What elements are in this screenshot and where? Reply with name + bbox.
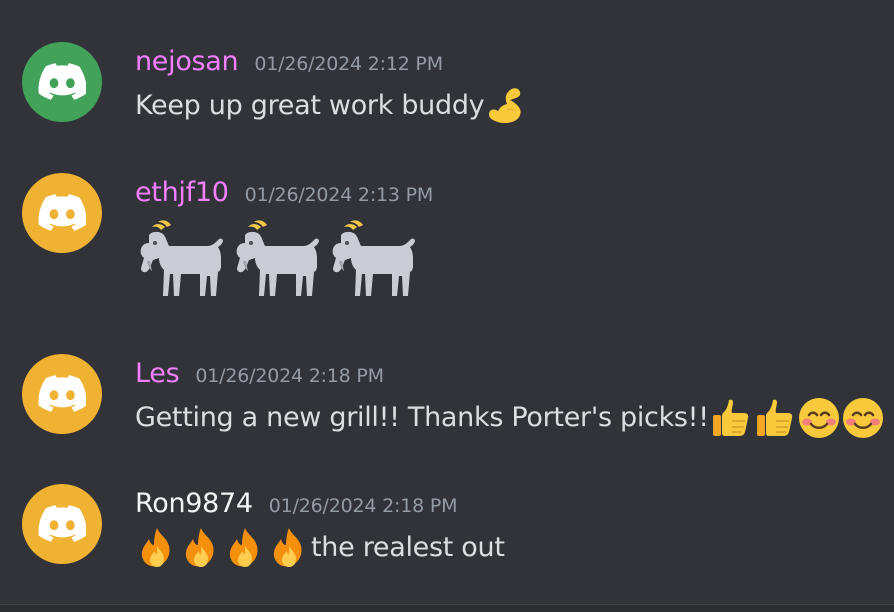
discord-logo-icon: [38, 505, 86, 543]
discord-logo-icon: [38, 63, 86, 101]
bottom-divider: [0, 604, 894, 612]
timestamp: 01/26/2024 2:18 PM: [195, 365, 384, 387]
discord-logo-icon: [38, 194, 86, 232]
smiling-face-icon: [797, 396, 841, 440]
message-header: nejosan 01/26/2024 2:12 PM: [135, 42, 443, 82]
message-text: the realest out: [311, 532, 505, 563]
thumbs-up-icon: [753, 396, 797, 440]
fire-icon: [267, 526, 311, 570]
avatar[interactable]: [22, 173, 102, 253]
goat-icon: [327, 213, 423, 309]
discord-logo-icon: [38, 375, 86, 413]
message-content: [135, 213, 423, 309]
timestamp: 01/26/2024 2:13 PM: [244, 184, 434, 206]
message-header: Les 01/26/2024 2:18 PM: [135, 354, 384, 394]
username[interactable]: nejosan: [135, 42, 239, 82]
avatar[interactable]: [22, 354, 102, 434]
message-item[interactable]: Les 01/26/2024 2:18 PM Getting a new gri…: [0, 354, 894, 436]
goat-icon: [231, 213, 327, 309]
message-item[interactable]: nejosan 01/26/2024 2:12 PM Keep up great…: [0, 42, 894, 124]
message-content: Getting a new grill!! Thanks Porter's pi…: [135, 396, 885, 440]
message-text: Keep up great work buddy: [135, 90, 485, 121]
message-content: Keep up great work buddy: [135, 84, 528, 128]
username[interactable]: ethjf10: [135, 173, 229, 213]
message-item[interactable]: ethjf10 01/26/2024 2:13 PM: [0, 173, 894, 313]
fire-icon: [179, 526, 223, 570]
username[interactable]: Les: [135, 354, 180, 394]
avatar[interactable]: [22, 42, 102, 122]
timestamp: 01/26/2024 2:12 PM: [254, 53, 443, 75]
fire-icon: [135, 526, 179, 570]
message-header: ethjf10 01/26/2024 2:13 PM: [135, 173, 433, 213]
username[interactable]: Ron9874: [135, 484, 253, 524]
message-header: Ron9874 01/26/2024 2:18 PM: [135, 484, 458, 524]
fire-icon: [223, 526, 267, 570]
thumbs-up-icon: [709, 396, 753, 440]
message-item[interactable]: Ron9874 01/26/2024 2:18 PM the realest o…: [0, 484, 894, 566]
flexed-biceps-icon: [484, 84, 528, 128]
goat-icon: [135, 213, 231, 309]
message-text: Getting a new grill!! Thanks Porter's pi…: [135, 402, 709, 433]
chat-messages: nejosan 01/26/2024 2:12 PM Keep up great…: [0, 0, 894, 605]
timestamp: 01/26/2024 2:18 PM: [268, 495, 458, 517]
message-content: the realest out: [135, 526, 505, 570]
avatar[interactable]: [22, 484, 102, 564]
smiling-face-icon: [841, 396, 885, 440]
